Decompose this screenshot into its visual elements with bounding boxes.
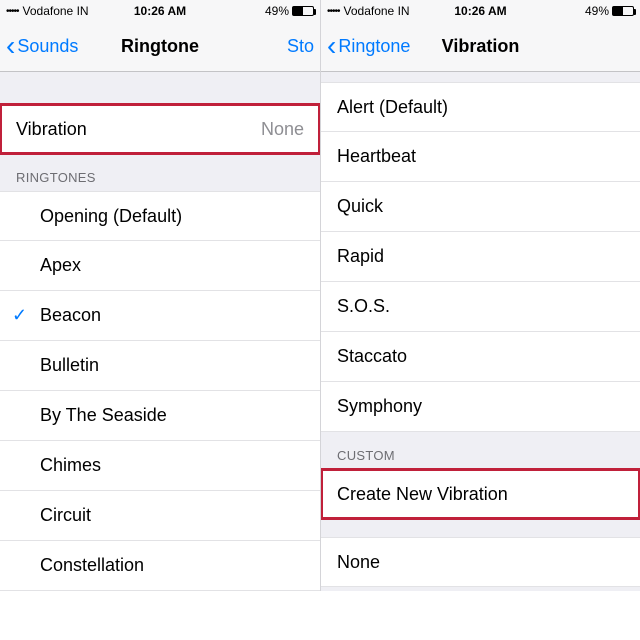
create-new-vibration-row[interactable]: Create New Vibration bbox=[321, 469, 640, 519]
ringtone-row[interactable]: Circuit bbox=[0, 491, 320, 541]
vibration-pattern-row[interactable]: Alert (Default) bbox=[321, 82, 640, 132]
ringtone-row[interactable]: Opening (Default) bbox=[0, 191, 320, 241]
status-time: 10:26 AM bbox=[454, 4, 506, 18]
screen-vibration: ••••• Vodafone IN 10:26 AM 49% ‹ Rington… bbox=[320, 0, 640, 591]
signal-icon: ••••• bbox=[6, 6, 19, 17]
vibration-pattern-row[interactable]: S.O.S. bbox=[321, 282, 640, 332]
ringtone-label: Apex bbox=[40, 255, 81, 276]
ringtone-row[interactable]: ✓ Beacon bbox=[0, 291, 320, 341]
ringtone-label: Opening (Default) bbox=[40, 206, 182, 227]
pattern-label: Symphony bbox=[337, 396, 422, 417]
status-bar: ••••• Vodafone IN 10:26 AM 49% bbox=[0, 0, 320, 22]
vibration-value: None bbox=[261, 119, 304, 140]
ringtones-header: RINGTONES bbox=[0, 154, 320, 191]
create-new-label: Create New Vibration bbox=[337, 484, 508, 505]
back-button[interactable]: ‹ Sounds bbox=[6, 34, 78, 60]
status-bar: ••••• Vodafone IN 10:26 AM 49% bbox=[321, 0, 640, 22]
vibration-pattern-row[interactable]: Rapid bbox=[321, 232, 640, 282]
signal-icon: ••••• bbox=[327, 6, 340, 17]
ringtone-label: Bulletin bbox=[40, 355, 99, 376]
nav-bar: ‹ Sounds Ringtone Sto bbox=[0, 22, 320, 72]
nav-bar: ‹ Ringtone Vibration bbox=[321, 22, 640, 72]
custom-header: CUSTOM bbox=[321, 432, 640, 469]
checkmark-icon: ✓ bbox=[12, 305, 27, 326]
vibration-row[interactable]: Vibration None bbox=[0, 104, 320, 154]
page-title: Ringtone bbox=[121, 36, 199, 57]
ringtone-label: By The Seaside bbox=[40, 405, 167, 426]
back-label: Sounds bbox=[17, 36, 78, 57]
ringtone-row[interactable]: Bulletin bbox=[0, 341, 320, 391]
pattern-label: Staccato bbox=[337, 346, 407, 367]
battery-icon bbox=[612, 6, 634, 16]
vibration-pattern-row[interactable]: Symphony bbox=[321, 382, 640, 432]
battery-pct: 49% bbox=[585, 4, 609, 18]
ringtone-row[interactable]: Constellation bbox=[0, 541, 320, 591]
pattern-label: Rapid bbox=[337, 246, 384, 267]
none-row[interactable]: None bbox=[321, 537, 640, 587]
vibration-pattern-row[interactable]: Heartbeat bbox=[321, 132, 640, 182]
chevron-left-icon: ‹ bbox=[327, 32, 336, 60]
ringtone-label: Circuit bbox=[40, 505, 91, 526]
pattern-label: Alert (Default) bbox=[337, 97, 448, 118]
screen-ringtone: ••••• Vodafone IN 10:26 AM 49% ‹ Sounds … bbox=[0, 0, 320, 591]
vibration-pattern-row[interactable]: Quick bbox=[321, 182, 640, 232]
page-title: Vibration bbox=[442, 36, 520, 57]
vibration-label: Vibration bbox=[16, 119, 87, 140]
pattern-label: S.O.S. bbox=[337, 296, 390, 317]
back-button[interactable]: ‹ Ringtone bbox=[327, 34, 410, 60]
ringtone-row[interactable]: By The Seaside bbox=[0, 391, 320, 441]
ringtone-label: Constellation bbox=[40, 555, 144, 576]
ringtone-row[interactable]: Chimes bbox=[0, 441, 320, 491]
none-label: None bbox=[337, 552, 380, 573]
ringtone-label: Beacon bbox=[40, 305, 101, 326]
pattern-label: Quick bbox=[337, 196, 383, 217]
nav-action-button[interactable]: Sto bbox=[287, 36, 314, 57]
carrier-label: Vodafone IN bbox=[23, 4, 89, 18]
ringtone-row[interactable]: Apex bbox=[0, 241, 320, 291]
battery-pct: 49% bbox=[265, 4, 289, 18]
vibration-pattern-row[interactable]: Staccato bbox=[321, 332, 640, 382]
back-label: Ringtone bbox=[338, 36, 410, 57]
pattern-label: Heartbeat bbox=[337, 146, 416, 167]
battery-icon bbox=[292, 6, 314, 16]
carrier-label: Vodafone IN bbox=[344, 4, 410, 18]
status-time: 10:26 AM bbox=[134, 4, 186, 18]
chevron-left-icon: ‹ bbox=[6, 32, 15, 60]
ringtone-label: Chimes bbox=[40, 455, 101, 476]
